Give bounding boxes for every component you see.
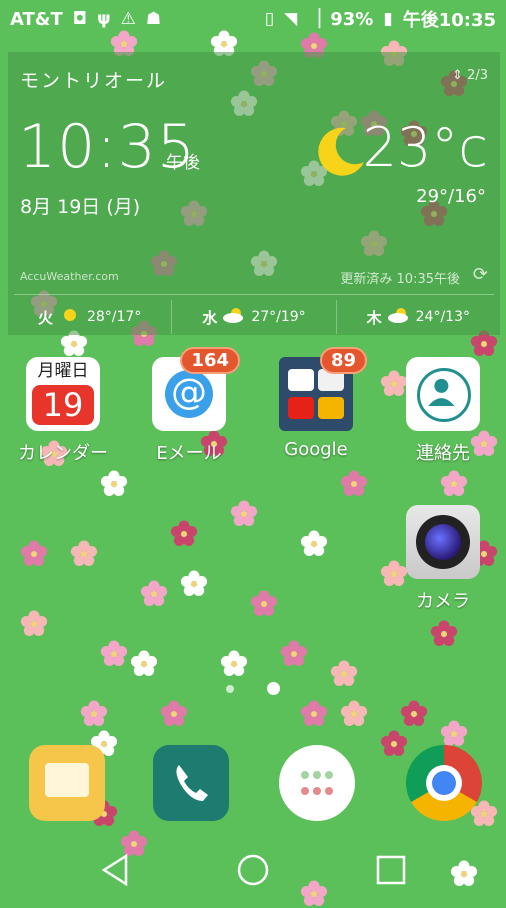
forecast-temps: 28°/17° (86, 309, 142, 325)
flower-decoration (20, 540, 48, 568)
calendar-day: 19 (32, 385, 94, 425)
flower-decoration (340, 470, 368, 498)
flower-decoration (180, 570, 208, 598)
app-camera[interactable]: カメラ (383, 505, 503, 613)
forecast-day: 火 28°/17° (8, 300, 173, 334)
recents-button[interactable] (373, 852, 409, 888)
flower-decoration (440, 470, 468, 498)
flower-decoration (400, 700, 428, 728)
usb-icon: ψ (97, 8, 111, 29)
city-name: モントリオール (20, 70, 168, 92)
partly-cloudy-icon (386, 305, 412, 329)
status-time: 午後10:35 (402, 10, 496, 31)
clock-ampm: 午後 (166, 153, 200, 173)
app-label: 連絡先 (416, 443, 470, 464)
weather-brand: AccuWeather.com (20, 270, 119, 283)
high-low-temperature: 29°/16° (416, 186, 486, 207)
forecast-day-name: 火 (37, 308, 53, 327)
flower-decoration (340, 700, 368, 728)
calendar-icon: 月曜日 19 (26, 357, 100, 431)
app-label: Google (284, 439, 348, 460)
flower-decoration (140, 580, 168, 608)
flower-decoration (20, 610, 48, 638)
page-dot (225, 684, 234, 693)
flower-decoration (300, 530, 328, 558)
flower-decoration (100, 470, 128, 498)
app-label: カレンダー (18, 443, 108, 464)
youtube-icon (288, 397, 314, 419)
flower-decoration (250, 590, 278, 618)
calendar-weekday: 月曜日 (37, 361, 89, 381)
forecast-day-name: 木 (366, 308, 382, 327)
warning-icon: ⚠ (120, 8, 136, 29)
camera-icon (406, 505, 480, 579)
navigation-bar (0, 832, 506, 900)
app-label: Eメール (156, 443, 222, 464)
battery-icon: ▮ (383, 8, 393, 29)
current-temperature: 23°c (362, 116, 488, 179)
back-button[interactable] (98, 852, 134, 888)
flower-decoration (440, 720, 468, 748)
flower-decoration (300, 700, 328, 728)
partly-cloudy-icon (221, 305, 247, 329)
refresh-icon[interactable]: ⟳ (473, 264, 488, 285)
vibrate-icon: ▯ (264, 8, 275, 29)
app-google-folder[interactable]: 89 Google (256, 347, 376, 460)
wifi-icon: ◥ (284, 8, 298, 29)
weather-widget[interactable]: モントリオール ⇕ 2/3 10:35 午後 8月 19日 (月) 23°c 2… (8, 52, 500, 335)
forecast-day: 水 27°/19° (172, 300, 337, 334)
forecast-day: 木 24°/13° (337, 300, 500, 334)
flower-decoration (100, 640, 128, 668)
app-email[interactable]: @ 164 Eメール (129, 347, 249, 465)
updated-text: 更新済み 10:35午後 (340, 272, 460, 287)
flower-decoration (160, 700, 188, 728)
at-sign-icon: @ (165, 370, 213, 418)
divider (14, 294, 494, 295)
flower-decoration (280, 640, 308, 668)
forecast-day-name: 水 (202, 308, 218, 327)
camera-lens (416, 515, 470, 569)
forecast-row: 火 28°/17° 水 27°/19° 木 24°/13° (8, 300, 500, 334)
contacts-icon (406, 357, 480, 431)
flower-decoration (130, 650, 158, 678)
app-contacts[interactable]: 連絡先 (383, 357, 503, 465)
page-indicator-text: 2/3 (467, 68, 488, 83)
app-label: カメラ (416, 591, 470, 612)
notification-badge: 164 (180, 347, 240, 374)
clock-date: 8月 19日 (月) (20, 196, 141, 218)
carrier-label: AT&T (10, 8, 63, 30)
voicemail-icon: ◘ (72, 8, 88, 29)
google-folder-icon: 89 (279, 347, 367, 431)
signal-icon: ▕ (307, 8, 321, 29)
email-icon: @ 164 (152, 347, 240, 431)
forecast-temps: 24°/13° (415, 309, 470, 325)
battery-percent: 93% (330, 8, 374, 30)
status-bar: AT&T ◘ ψ ⚠ ☗ ▯ ◥ ▕ 93% ▮ 午後10:35 (0, 0, 506, 38)
google-icon (288, 369, 314, 391)
sunny-icon (57, 305, 83, 329)
app-calendar[interactable]: 月曜日 19 カレンダー (3, 357, 123, 465)
chrome-icon[interactable] (406, 745, 482, 821)
app-drawer-icon[interactable] (279, 745, 355, 821)
moon-icon (312, 122, 368, 178)
messages-icon[interactable] (29, 745, 105, 821)
notification-badge: 89 (319, 347, 367, 374)
drive-icon (318, 397, 344, 419)
page-indicator[interactable]: ⇕ 2/3 (452, 68, 488, 83)
android-debug-icon: ☗ (145, 8, 162, 29)
flower-decoration (70, 540, 98, 568)
flower-decoration (80, 700, 108, 728)
page-indicator-dots (0, 678, 506, 697)
page-dot-active (267, 682, 281, 695)
forecast-temps: 27°/19° (251, 309, 306, 325)
person-icon (417, 368, 471, 422)
flower-decoration (380, 730, 408, 758)
flower-decoration (430, 620, 458, 648)
flower-decoration (230, 500, 258, 528)
phone-icon[interactable] (153, 745, 229, 821)
flower-decoration (170, 520, 198, 548)
flower-decoration (220, 650, 248, 678)
home-button[interactable] (235, 852, 271, 888)
